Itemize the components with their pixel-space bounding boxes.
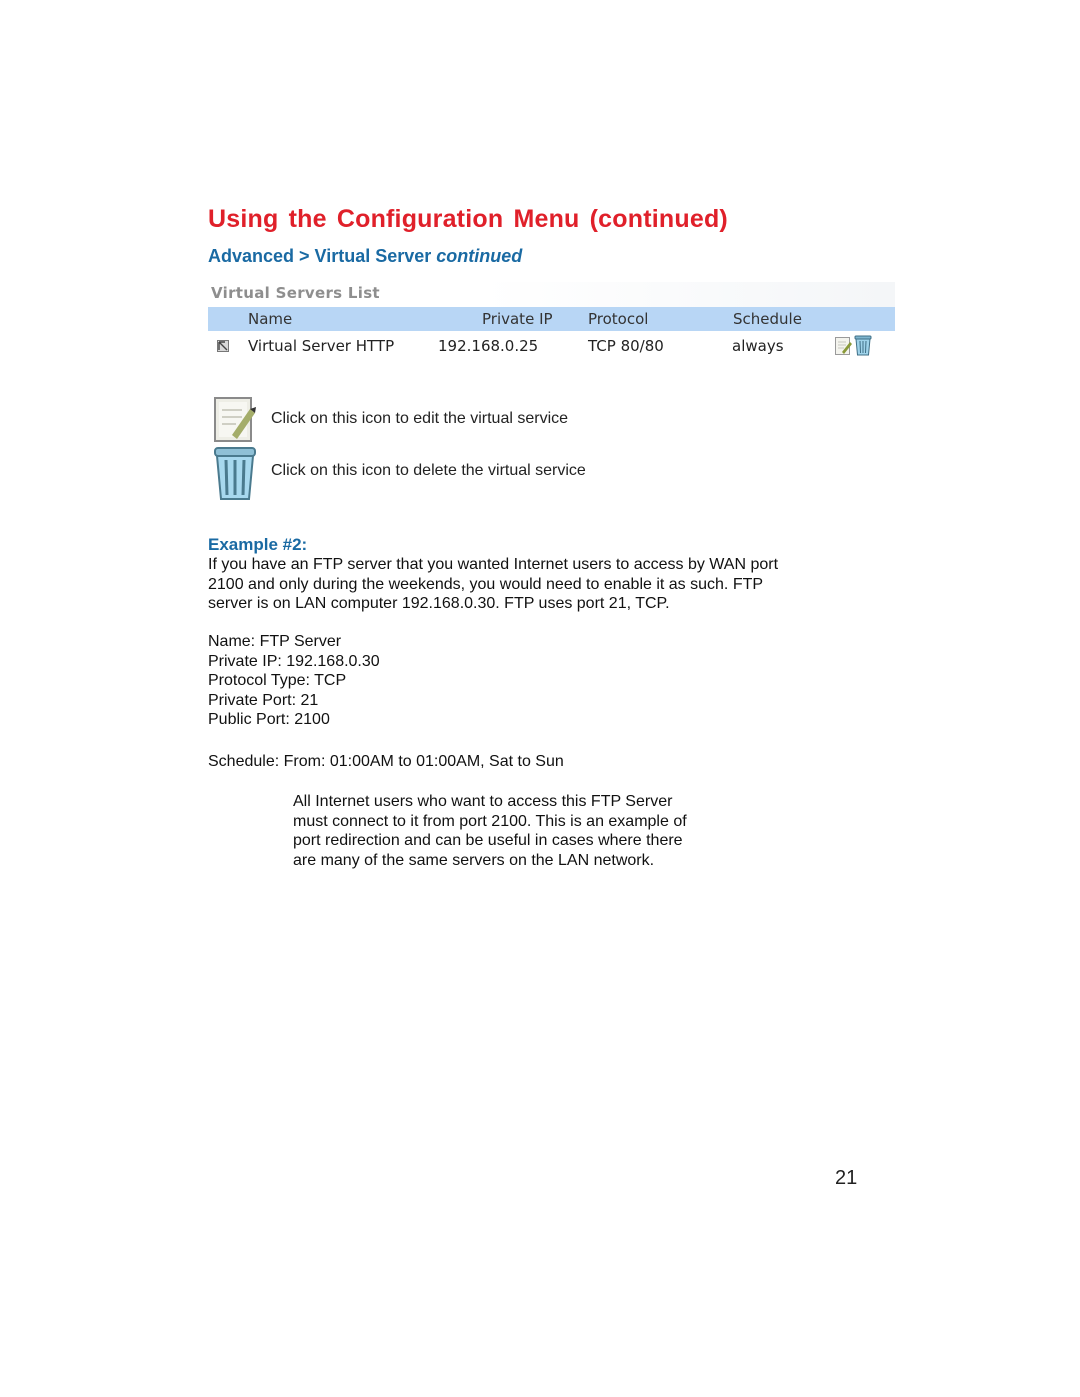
cell-protocol: TCP 80/80 bbox=[588, 337, 664, 355]
page-number: 21 bbox=[835, 1167, 858, 1189]
setting-private-port: Private Port: 21 bbox=[208, 691, 319, 709]
section-heading-italic: continued bbox=[436, 246, 523, 266]
note-line: port redirection and can be useful in ca… bbox=[293, 832, 683, 849]
section-heading-main: Advanced > Virtual Server bbox=[208, 246, 432, 266]
example-heading: Example #2: bbox=[208, 535, 308, 554]
virtual-servers-list-panel: Virtual Servers List Name Private IP Pro… bbox=[208, 282, 895, 362]
setting-public-port: Public Port: 2100 bbox=[208, 711, 330, 728]
cell-name: Virtual Server HTTP bbox=[248, 337, 395, 355]
row-checkbox[interactable] bbox=[217, 340, 229, 352]
note-line: are many of the same servers on the LAN … bbox=[293, 851, 655, 869]
column-header-schedule: Schedule bbox=[733, 310, 802, 328]
trash-icon-description: Click on this icon to delete the virtual… bbox=[271, 462, 586, 479]
setting-protocol-type: Protocol Type: TCP bbox=[208, 672, 347, 689]
table-header: Name Private IP Protocol Schedule bbox=[208, 307, 895, 331]
column-header-private-ip: Private IP bbox=[482, 310, 553, 328]
intro-line: server is on LAN computer 192.168.0.30. … bbox=[208, 595, 670, 612]
column-header-name: Name bbox=[248, 310, 293, 328]
example-settings: Name: FTP Server Private IP: 192.168.0.3… bbox=[208, 632, 858, 730]
note-line: must connect to it from port 2100. This … bbox=[293, 812, 687, 830]
page-title: Using the Configuration Menu (continued) bbox=[208, 205, 728, 233]
example-note: All Internet users who want to access th… bbox=[293, 792, 743, 870]
column-header-protocol: Protocol bbox=[588, 310, 649, 328]
edit-icon-description: Click on this icon to edit the virtual s… bbox=[271, 410, 569, 427]
setting-schedule: Schedule: From: 01:00AM to 01:00AM, Sat … bbox=[208, 753, 564, 770]
cell-private-ip: 192.168.0.25 bbox=[438, 337, 539, 355]
table-row: Virtual Server HTTP 192.168.0.25 TCP 80/… bbox=[208, 334, 895, 360]
cell-schedule: always bbox=[732, 337, 784, 355]
edit-icon[interactable] bbox=[835, 337, 852, 355]
panel-title: Virtual Servers List bbox=[211, 284, 380, 302]
setting-name: Name: FTP Server bbox=[208, 633, 342, 650]
section-heading: Advanced > Virtual Server continued bbox=[208, 246, 522, 267]
note-line: All Internet users who want to access th… bbox=[293, 793, 673, 810]
intro-line: If you have an FTP server that you wante… bbox=[208, 556, 779, 573]
setting-private-ip: Private IP: 192.168.0.30 bbox=[208, 652, 380, 670]
example-intro: If you have an FTP server that you wante… bbox=[208, 555, 858, 614]
trash-icon bbox=[213, 446, 257, 506]
intro-line: 2100 and only during the weekends, you w… bbox=[208, 575, 764, 593]
trash-icon[interactable] bbox=[854, 335, 872, 356]
edit-icon bbox=[214, 397, 256, 448]
